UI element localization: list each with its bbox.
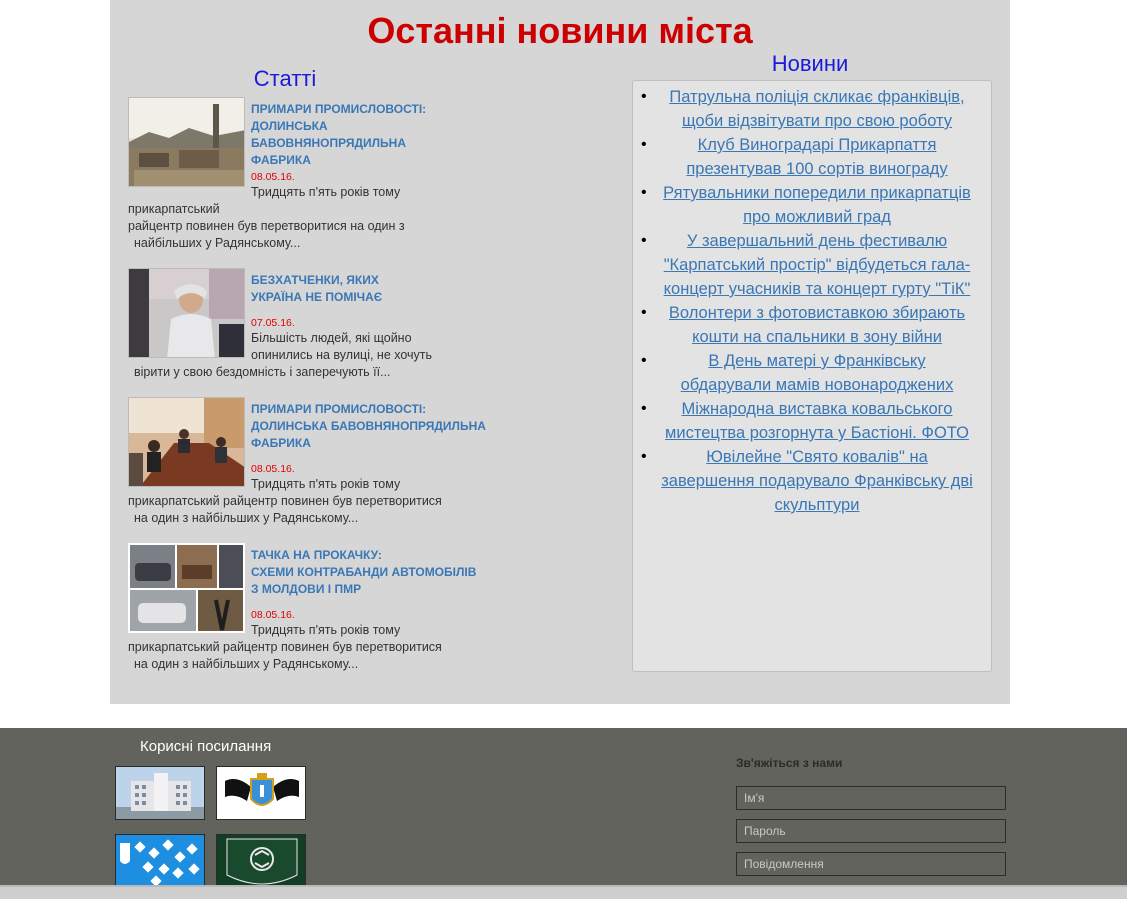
link-ato-help-center[interactable] xyxy=(216,834,306,888)
message-field[interactable] xyxy=(736,852,1006,876)
useful-links-heading: Корисні посилання xyxy=(140,738,272,755)
news-link[interactable]: Ювілейне "Свято ковалів" на завершення п… xyxy=(633,445,991,517)
contact-heading: Зв'яжіться з нами xyxy=(736,756,843,770)
footer-bottom-bar xyxy=(0,885,1127,899)
articles-heading: Статті xyxy=(253,66,317,91)
article-excerpt: Тридцять п'ять років тому прикарпатський… xyxy=(128,477,442,525)
article-thumbnail-factory[interactable] xyxy=(128,97,245,187)
news-link[interactable]: У завершальний день фестивалю "Карпатськ… xyxy=(633,229,991,301)
article-excerpt: Більшість людей, які щойно опинились на … xyxy=(134,331,433,379)
news-list: Патрульна поліція скликає франківців, що… xyxy=(633,85,991,517)
article-item[interactable]: ПРИМАРИ ПРОМИСЛОВОСТІ: ДОЛИНСЬКА БАВОВНЯ… xyxy=(128,97,488,257)
password-field[interactable] xyxy=(736,819,1006,843)
article-excerpt: Тридцять п'ять років тому прикарпатський… xyxy=(128,185,405,250)
page-title: Останні новини міста xyxy=(367,10,753,51)
news-link[interactable]: Рятувальники попередили прикарпатців про… xyxy=(633,181,991,229)
article-excerpt: Тридцять п'ять років тому прикарпатський… xyxy=(128,623,442,671)
news-link[interactable]: Міжнародна виставка ковальського мистецт… xyxy=(633,397,991,445)
article-title-link[interactable]: ПРИМАРИ ПРОМИСЛОВОСТІ: ДОЛИНСЬКА БАВОВНЯ… xyxy=(251,401,491,452)
article-title-link[interactable]: ТАЧКА НА ПРОКАЧКУ: СХЕМИ КОНТРАБАНДИ АВТ… xyxy=(251,547,491,598)
article-title-link[interactable]: БЕЗХАТЧЕНКИ, ЯКИХ УКРАЇНА НЕ ПОМІЧАЄ xyxy=(251,272,491,306)
news-link[interactable]: Волонтери з фотовиставкою збирають кошти… xyxy=(633,301,991,349)
article-item[interactable]: БЕЗХАТЧЕНКИ, ЯКИХ УКРАЇНА НЕ ПОМІЧАЄ 07.… xyxy=(128,268,488,383)
article-item[interactable]: ТАЧКА НА ПРОКАЧКУ: СХЕМИ КОНТРАБАНДИ АВТ… xyxy=(128,543,488,678)
news-link[interactable]: Патрульна поліція скликає франківців, що… xyxy=(633,85,991,133)
link-city-coat-of-arms[interactable] xyxy=(216,766,306,820)
news-link[interactable]: В День матері у Франківську обдарували м… xyxy=(633,349,991,397)
news-link[interactable]: Клуб Виноградарі Прикарпаття презентував… xyxy=(633,133,991,181)
link-city-brand[interactable] xyxy=(115,834,205,888)
news-panel: Патрульна поліція скликає франківців, що… xyxy=(632,80,992,672)
article-title-link[interactable]: ПРИМАРИ ПРОМИСЛОВОСТІ: ДОЛИНСЬКА БАВОВНЯ… xyxy=(251,101,491,169)
news-heading: Новини xyxy=(771,51,849,76)
name-field[interactable] xyxy=(736,786,1006,810)
article-thumbnail-cars[interactable] xyxy=(128,543,245,633)
link-city-council[interactable] xyxy=(115,766,205,820)
footer: Корисні посилання Зв'яжіться з нами Ім'я… xyxy=(0,728,1127,888)
article-item[interactable]: ПРИМАРИ ПРОМИСЛОВОСТІ: ДОЛИНСЬКА БАВОВНЯ… xyxy=(128,397,488,532)
article-thumbnail-meeting[interactable] xyxy=(128,397,245,487)
